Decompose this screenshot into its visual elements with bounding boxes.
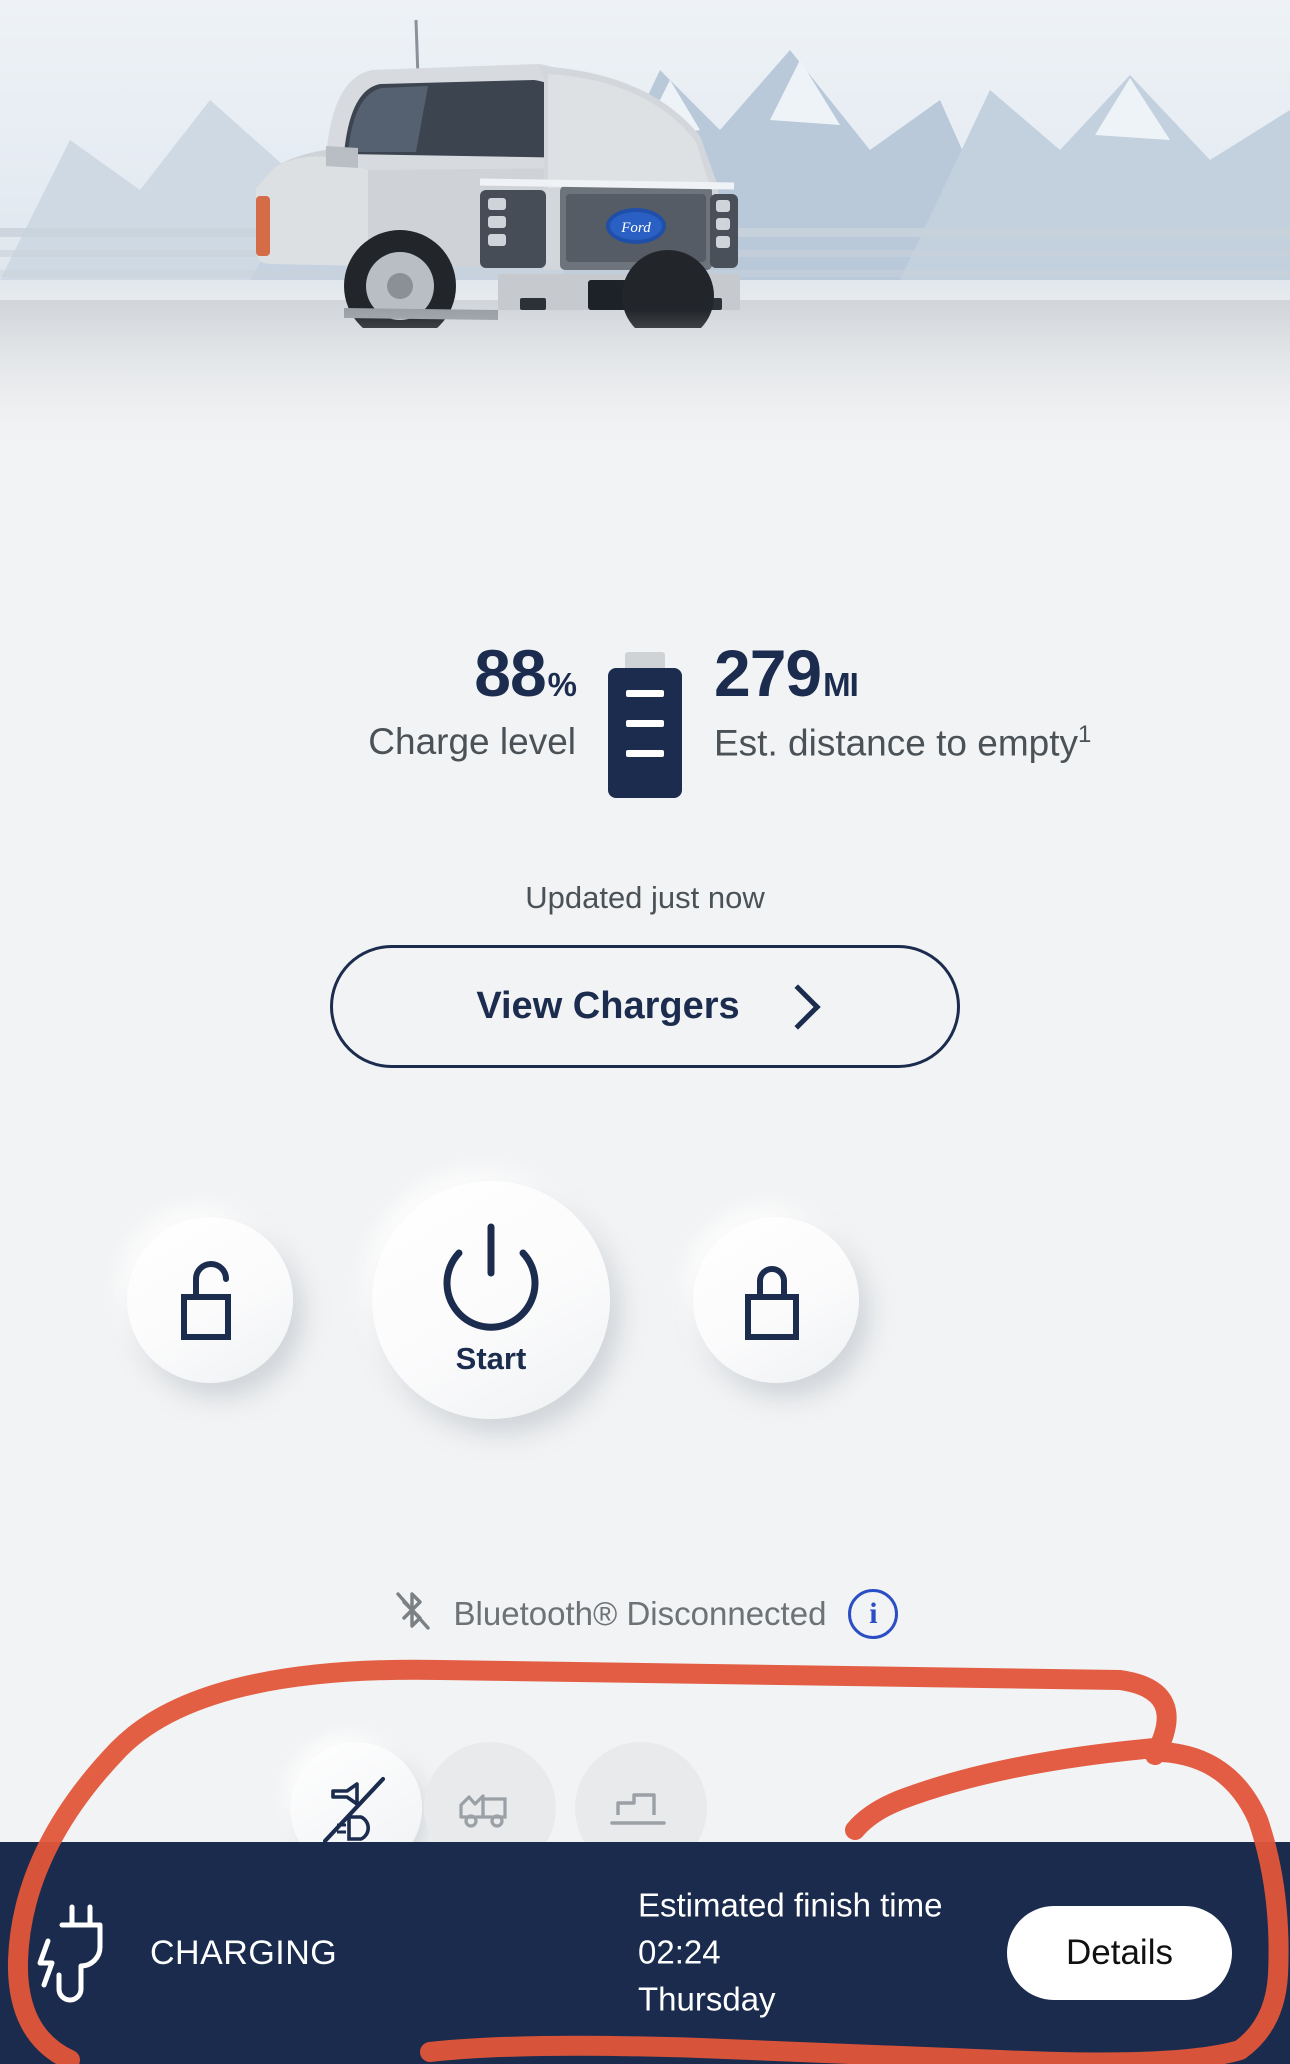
details-button[interactable]: Details: [1007, 1906, 1232, 2000]
finish-day: Thursday: [638, 1980, 776, 2018]
start-button-label: Start: [455, 1341, 527, 1376]
unlock-button[interactable]: [127, 1217, 293, 1383]
range-label: Est. distance to empty1: [714, 722, 1098, 763]
battery-bar: [626, 750, 664, 757]
view-chargers-button[interactable]: View Chargers: [330, 945, 960, 1068]
charge-level-value: 88%: [192, 640, 577, 706]
truck-illustration: Ford: [256, 19, 740, 328]
battery-icon: [600, 652, 690, 798]
bluetooth-status-row: Bluetooth® Disconnected i: [0, 1588, 1290, 1640]
estimated-finish-block: Estimated finish time 02:24 Thursday: [638, 1883, 942, 2024]
chevron-right-icon: [775, 983, 821, 1030]
charge-level-unit: %: [547, 666, 577, 703]
svg-text:Ford: Ford: [620, 220, 651, 236]
lock-icon: [745, 1266, 799, 1340]
last-updated-text: Updated just now: [525, 880, 765, 915]
charging-plug-icon-wrap: [0, 1903, 150, 2003]
finish-time: 02:24: [638, 1933, 721, 1971]
battery-bar: [626, 690, 664, 697]
truck-frunk-icon: [610, 1793, 666, 1825]
charge-level-label: Charge level: [368, 721, 576, 762]
range-unit: MI: [823, 666, 859, 703]
charge-level-stat: 88% Charge level: [192, 640, 582, 762]
view-chargers-label: View Chargers: [476, 985, 740, 1027]
range-number: 279: [714, 636, 822, 710]
info-icon[interactable]: i: [848, 1589, 899, 1639]
range-label-text: Est. distance to empty: [714, 722, 1079, 764]
bluetooth-status-label: Bluetooth® Disconnected: [453, 1595, 827, 1632]
range-stat: 279MI Est. distance to empty1: [708, 640, 1098, 763]
primary-actions-row: Start: [0, 1155, 1290, 1455]
vehicle-hero-image: Ford: [0, 0, 1290, 500]
lock-button[interactable]: [693, 1217, 859, 1383]
unlock-icon: [181, 1261, 231, 1340]
info-icon-glyph: i: [869, 1597, 878, 1630]
battery-body: [608, 668, 682, 798]
charging-plug-icon: [37, 1904, 103, 2003]
range-value: 279MI: [714, 640, 1098, 706]
truck-tailgate-icon: [459, 1794, 507, 1828]
details-button-label: Details: [1066, 1933, 1173, 1972]
charging-status-bar: CHARGING Estimated finish time 02:24 Thu…: [0, 1842, 1290, 2064]
bluetooth-disconnected-icon: [395, 1592, 430, 1630]
battery-cap: [625, 652, 665, 668]
start-button[interactable]: Start: [372, 1181, 610, 1419]
charge-level-number: 88: [474, 636, 546, 710]
battery-bar: [626, 720, 664, 727]
finish-caption: Estimated finish time: [638, 1886, 943, 1924]
range-footnote: 1: [1078, 721, 1092, 748]
power-icon: [443, 1223, 539, 1331]
hero-fade-overlay: [0, 310, 1290, 500]
horn-lights-icon: [322, 1776, 386, 1844]
vehicle-app-screen: Ford 88% Charge level 279MI Est. distanc…: [0, 0, 1290, 2064]
charging-status-label: CHARGING: [150, 1933, 338, 1972]
vehicle-status-summary: 88% Charge level 279MI Est. distance to …: [0, 640, 1290, 798]
